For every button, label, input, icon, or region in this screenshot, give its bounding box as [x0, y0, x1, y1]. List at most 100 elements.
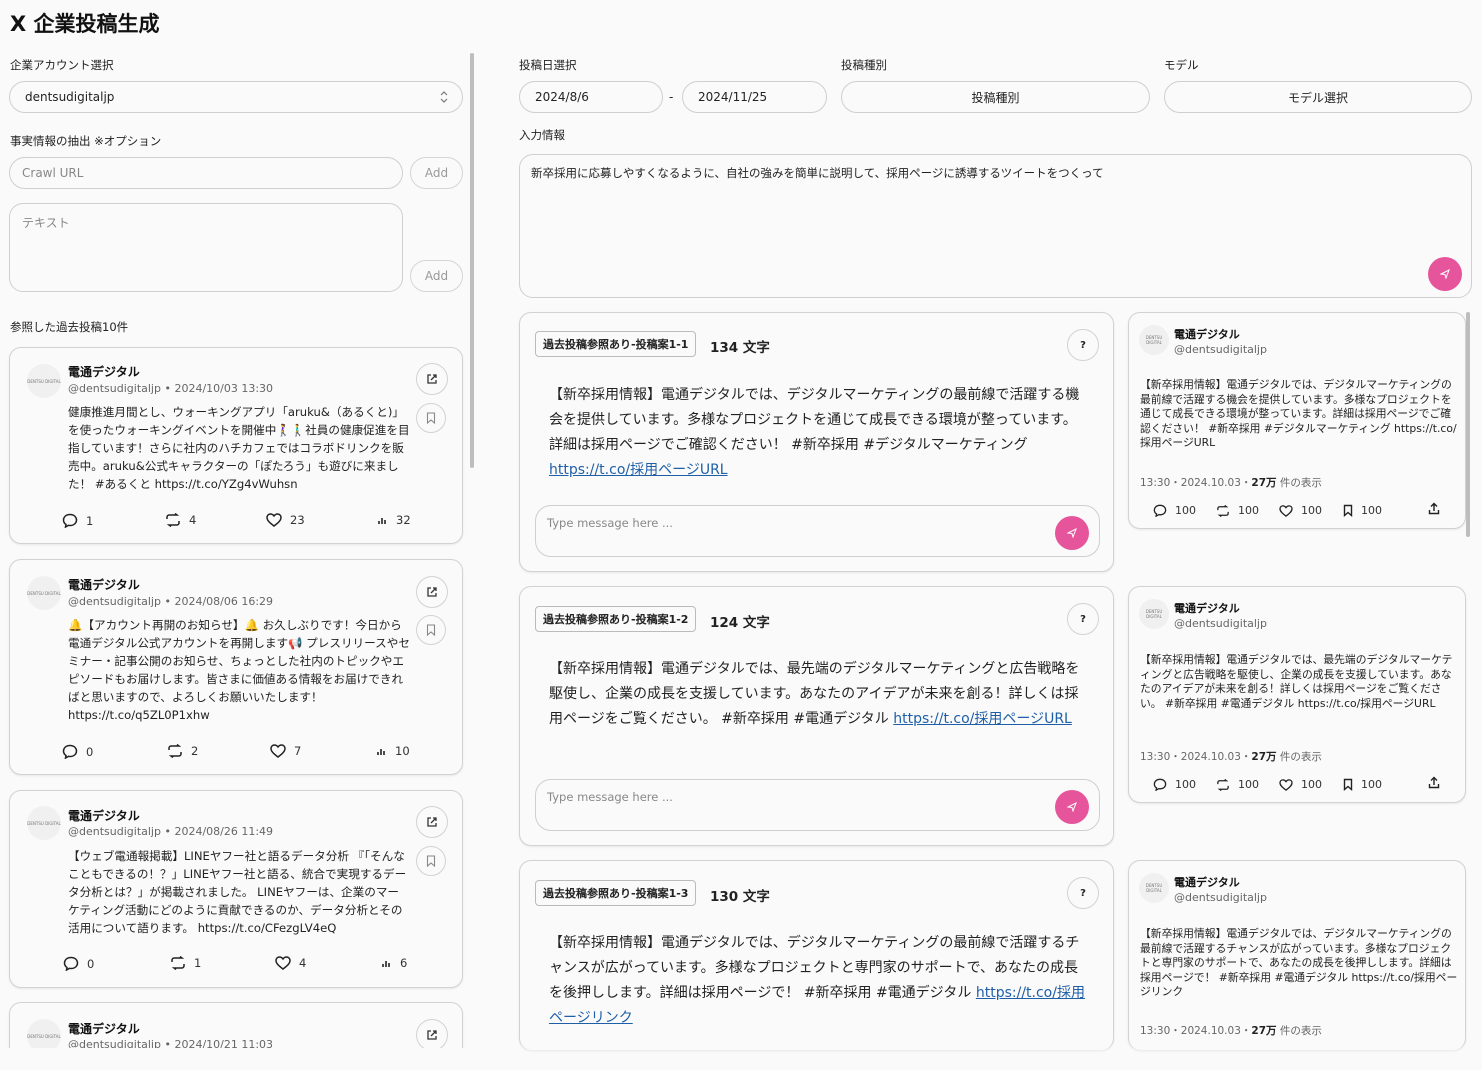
bookmark-icon	[426, 855, 436, 867]
past-post-card: DENTSU DIGITAL 電通デジタル @dentsudigitaljp •…	[9, 790, 463, 988]
preview-name: 電通デジタル	[1174, 876, 1240, 889]
preview-retweets: 100	[1216, 778, 1259, 791]
preview-likes: 100	[1279, 778, 1322, 791]
bookmark-button[interactable]	[416, 846, 446, 876]
open-external-button[interactable]	[416, 576, 448, 608]
reply-icon	[1153, 504, 1167, 517]
draft-link[interactable]: https://t.co/採用ページURL	[893, 711, 1072, 727]
open-external-button[interactable]	[416, 1019, 448, 1050]
views-icon	[382, 961, 390, 967]
model-select-text: モデル選択	[1287, 90, 1348, 105]
post-body: 健康推進月間とし、ウォーキングアプリ「aruku&（あるくと)」を使ったウォーキ…	[68, 405, 410, 491]
preview-body: 【新卒採用情報】電通デジタルでは、デジタルマーケティングの最前線で活躍するチャン…	[1140, 927, 1458, 998]
past-posts-label: 参照した過去投稿10件	[10, 320, 129, 334]
bookmark-icon	[426, 624, 436, 636]
draft-tag: 過去投稿参照あり-投稿案1-1	[535, 331, 697, 357]
char-count: 124 文字	[710, 615, 770, 631]
left-scrollbar[interactable]	[470, 53, 474, 468]
external-link-icon	[427, 1030, 437, 1040]
send-message-button[interactable]	[1055, 516, 1089, 550]
message-input[interactable]: Type message here ...	[535, 505, 1100, 557]
likes-stat: 4	[275, 956, 306, 970]
model-select-button[interactable]: モデル選択	[1164, 81, 1472, 113]
draft-text: 【新卒採用情報】電通デジタルでは、デジタルマーケティングの最前線で活躍するチャン…	[549, 935, 1085, 1026]
bookmark-button[interactable]	[416, 615, 446, 645]
account-name: 電通デジタル	[68, 809, 140, 823]
external-link-icon	[427, 587, 437, 597]
account-name: 電通デジタル	[68, 1022, 140, 1036]
replies-count: 0	[86, 744, 94, 759]
share-icon[interactable]	[1428, 776, 1440, 789]
retweet-icon	[168, 744, 182, 758]
past-post-card: DENTSU DIGITAL 電通デジタル @dentsudigitaljp •…	[9, 559, 463, 775]
prompt-textarea[interactable]: 新卒採用に応募しやすくなるように、自社の強みを簡単に説明して、採用ページに誘導す…	[519, 154, 1472, 298]
preview-name: 電通デジタル	[1174, 328, 1240, 341]
retweet-icon	[171, 956, 185, 970]
help-button[interactable]: ?	[1067, 877, 1099, 909]
preview-body: 【新卒採用情報】電通デジタルでは、デジタルマーケティングの最前線で活躍する機会を…	[1140, 378, 1457, 449]
date-separator: -	[669, 90, 674, 104]
type-select-button[interactable]: 投稿種別	[841, 81, 1150, 113]
past-post-card: DENTSU DIGITAL 電通デジタル @dentsudigitaljp •…	[9, 1002, 463, 1050]
avatar: DENTSU DIGITAL	[27, 364, 61, 398]
likes-count: 23	[290, 513, 305, 527]
draft-tag: 過去投稿参照あり-投稿案1-2	[535, 606, 697, 632]
views-stat: 10	[377, 744, 410, 758]
bookmark-icon	[426, 412, 436, 424]
type-select-text: 投稿種別	[971, 90, 1020, 105]
retweet-icon	[166, 513, 180, 527]
external-link-icon	[427, 817, 437, 827]
tweet-preview-card: DENTSU DIGITAL 電通デジタル @dentsudigitaljp 【…	[1128, 586, 1466, 803]
open-external-button[interactable]	[416, 806, 448, 838]
bookmark-button[interactable]	[416, 403, 446, 433]
likes-stat: 23	[266, 513, 305, 527]
submit-prompt-button[interactable]	[1428, 257, 1462, 291]
reply-icon	[62, 744, 78, 759]
account-value: dentsudigitaljp	[25, 90, 115, 104]
preview-handle: @dentsudigitaljp	[1174, 343, 1267, 356]
views-count: 10	[395, 744, 410, 758]
share-icon[interactable]	[1428, 502, 1440, 515]
help-button[interactable]: ?	[1067, 329, 1099, 361]
date-from-input[interactable]: 2024/8/6	[519, 81, 663, 113]
model-label: モデル	[1164, 58, 1199, 72]
draft-text: 【新卒採用情報】電通デジタルでは、デジタルマーケティングの最前線で活躍する機会を…	[549, 387, 1080, 478]
heart-icon	[270, 744, 286, 758]
date-to-input[interactable]: 2024/11/25	[682, 81, 827, 113]
draft-link[interactable]: https://t.co/採用ページURL	[549, 462, 728, 478]
date-to-value: 2024/11/25	[698, 90, 768, 104]
views-count: 6	[400, 956, 408, 970]
likes-stat: 7	[270, 744, 301, 758]
retweet-icon	[1217, 504, 1229, 517]
bookmark-icon	[1343, 504, 1353, 517]
heart-icon	[1279, 778, 1293, 791]
retweets-stat: 4	[165, 513, 196, 527]
retweets-stat: 1	[170, 956, 201, 970]
post-body: 【ウェブ電通報掲載】LINEヤフー社と語るデータ分析 『「そんなこともできるの！…	[68, 849, 407, 935]
text-input[interactable]: テキスト	[9, 203, 403, 292]
send-icon	[1067, 802, 1077, 812]
account-name: 電通デジタル	[68, 365, 140, 379]
help-button[interactable]: ?	[1067, 603, 1099, 635]
date-label: 投稿日選択	[519, 58, 577, 72]
preview-meta: 13:30・2024.10.03・27万 件の表示	[1140, 751, 1322, 763]
open-external-button[interactable]	[416, 363, 448, 395]
add-text-button[interactable]: Add	[410, 260, 463, 292]
crawl-url-input[interactable]: Crawl URL	[9, 157, 403, 189]
replies-stat: 0	[63, 956, 94, 971]
views-count: 32	[396, 513, 411, 527]
add-url-button[interactable]: Add	[410, 157, 463, 189]
draft-text: 【新卒採用情報】電通デジタルでは、最先端のデジタルマーケティングと広告戦略を駆使…	[549, 661, 1080, 727]
replies-count: 0	[87, 956, 95, 971]
post-meta: @dentsudigitaljp • 2024/08/06 16:29	[68, 595, 274, 608]
account-select[interactable]: dentsudigitaljp	[9, 81, 463, 113]
tweet-preview-card: DENTSU DIGITAL 電通デジタル @dentsudigitaljp 【…	[1128, 312, 1466, 529]
likes-count: 7	[294, 744, 302, 758]
views-icon	[377, 749, 385, 755]
right-scrollbar[interactable]	[1466, 312, 1470, 537]
message-input[interactable]: Type message here ...	[535, 779, 1100, 831]
retweets-count: 2	[191, 744, 199, 758]
account-label: 企業アカウント選択	[10, 58, 114, 72]
send-message-button[interactable]	[1055, 790, 1089, 824]
bookmark-icon	[1343, 778, 1353, 791]
